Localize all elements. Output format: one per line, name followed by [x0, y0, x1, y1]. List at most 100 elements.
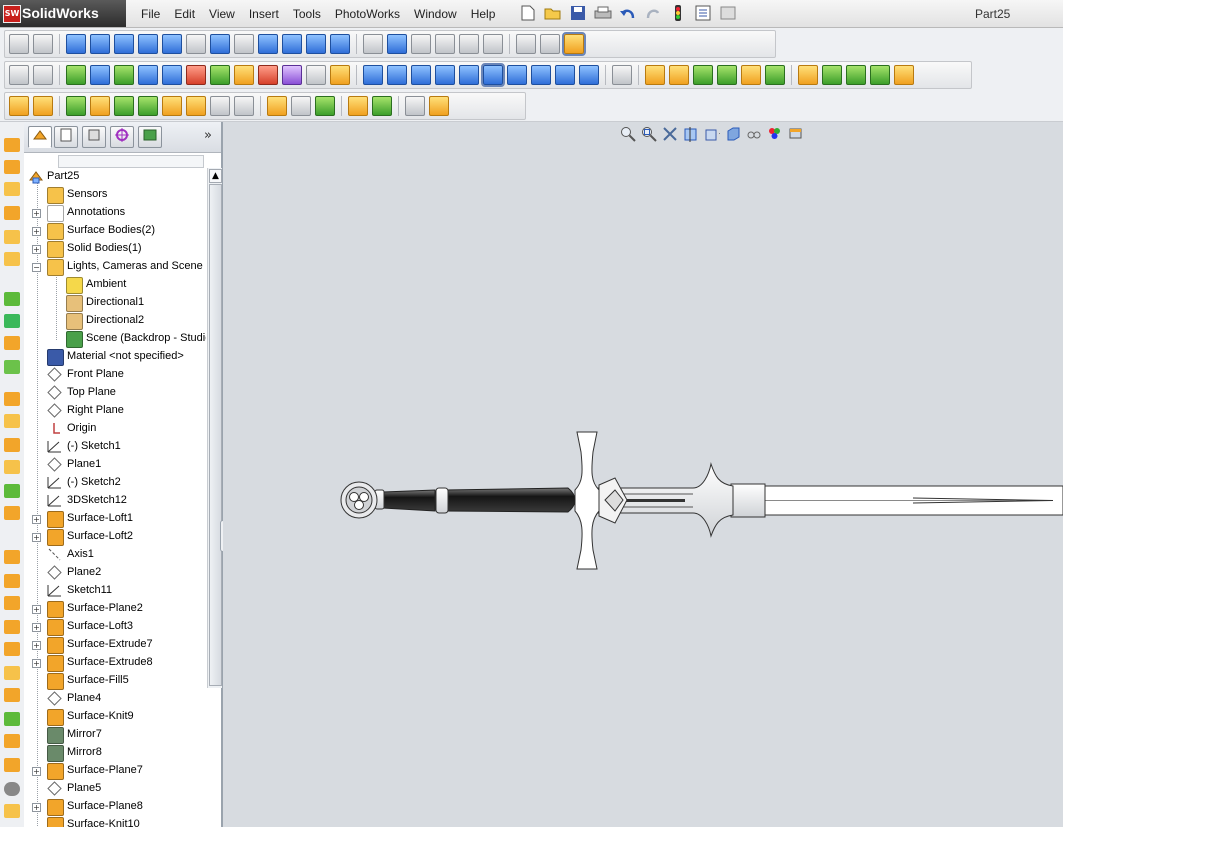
tree-item[interactable]: Plane5 — [24, 780, 206, 798]
appearance-icon[interactable] — [186, 65, 206, 85]
rectangle-icon[interactable] — [90, 34, 110, 54]
sword-blade[interactable] — [730, 483, 1063, 518]
view-bottom-icon[interactable] — [507, 65, 527, 85]
move-face-icon[interactable] — [4, 574, 20, 588]
render-icon[interactable] — [90, 65, 110, 85]
tree-item[interactable]: Sensors — [24, 186, 206, 204]
expand-icon[interactable]: + — [32, 767, 41, 776]
tree-item[interactable]: Directional2 — [24, 312, 206, 330]
line-icon[interactable] — [66, 34, 86, 54]
tree-item[interactable]: Plane2 — [24, 564, 206, 582]
shaded-icon[interactable] — [66, 65, 86, 85]
tree-item[interactable]: Surface-Fill5 — [24, 672, 206, 690]
tree-filter-field[interactable] — [58, 155, 204, 168]
isometric-icon[interactable] — [531, 65, 551, 85]
surface-flatten-icon[interactable] — [4, 666, 20, 680]
tree-item[interactable]: + Surface-Extrude7 — [24, 636, 206, 654]
extruded-surface-icon[interactable] — [669, 65, 689, 85]
scrollbar-thumb[interactable] — [209, 184, 222, 686]
reference-plane-icon[interactable] — [798, 65, 818, 85]
revolved-surface-icon[interactable] — [693, 65, 713, 85]
normal-to-icon[interactable] — [363, 65, 383, 85]
options-icon[interactable] — [693, 4, 712, 22]
tree-scrollbar[interactable]: ▲ — [207, 168, 222, 688]
offset-surface-icon[interactable] — [4, 336, 20, 350]
swept-surface-icon[interactable] — [4, 206, 20, 220]
expand-icon[interactable]: + — [32, 803, 41, 812]
dim-xpert-tab[interactable] — [110, 126, 134, 148]
view-left-icon[interactable] — [435, 65, 455, 85]
tree-item[interactable]: + Solid Bodies(1) — [24, 240, 206, 258]
menu-edit[interactable]: Edit — [167, 7, 202, 21]
menu-help[interactable]: Help — [464, 7, 503, 21]
boundary-surface-icon[interactable] — [765, 65, 785, 85]
property-manager-tab[interactable] — [54, 126, 78, 148]
tree-item[interactable]: Top Plane — [24, 384, 206, 402]
extruded-boss-icon[interactable] — [9, 96, 29, 116]
tree-item[interactable]: + Surface-Extrude8 — [24, 654, 206, 672]
circle-icon[interactable] — [114, 34, 134, 54]
offset-entities-icon[interactable] — [411, 34, 431, 54]
tree-item[interactable]: Axis1 — [24, 546, 206, 564]
preview-icon[interactable] — [138, 65, 158, 85]
tree-item[interactable]: Surface-Knit9 — [24, 708, 206, 726]
polygon-icon[interactable] — [258, 34, 278, 54]
expand-icon[interactable]: + — [32, 623, 41, 632]
tree-item[interactable]: Plane4 — [24, 690, 206, 708]
measure-icon[interactable] — [612, 65, 632, 85]
tree-item[interactable]: − Lights, Cameras and Scene — [24, 258, 206, 276]
convert-entities-icon[interactable] — [387, 34, 407, 54]
save-icon[interactable] — [568, 4, 587, 22]
menu-insert[interactable]: Insert — [242, 7, 286, 21]
undo-icon[interactable] — [618, 4, 637, 22]
revolved-surface-icon[interactable] — [4, 182, 20, 196]
expand-icon[interactable]: + — [32, 659, 41, 668]
options-render-icon[interactable] — [162, 65, 182, 85]
mate-reference-icon[interactable] — [894, 65, 914, 85]
trimetric-icon[interactable] — [555, 65, 575, 85]
sketch-icon[interactable] — [9, 34, 29, 54]
planar-surface-icon[interactable] — [4, 138, 20, 152]
delete-face-icon[interactable] — [4, 506, 20, 520]
tree-item[interactable]: + Surface-Plane7 — [24, 762, 206, 780]
draft-icon[interactable] — [267, 96, 287, 116]
lofted-surface-icon[interactable] — [741, 65, 761, 85]
tree-item[interactable]: (-) Sketch2 — [24, 474, 206, 492]
rapid-feature-icon[interactable] — [429, 96, 449, 116]
tree-item[interactable]: Scene (Backdrop - Studio — [24, 330, 206, 348]
copy-icon[interactable] — [282, 65, 302, 85]
trim-icon[interactable] — [435, 34, 455, 54]
tree-item[interactable]: 3DSketch12 — [24, 492, 206, 510]
view-front-icon[interactable] — [387, 65, 407, 85]
delete-body-icon[interactable] — [4, 782, 20, 796]
expand-icon[interactable]: + — [32, 641, 41, 650]
redo-icon[interactable] — [643, 4, 662, 22]
layout-icon[interactable] — [33, 65, 53, 85]
reference-point-icon[interactable] — [870, 65, 890, 85]
cut-icon[interactable] — [258, 65, 278, 85]
view-top-icon[interactable] — [481, 63, 505, 87]
fillet-icon[interactable] — [162, 96, 182, 116]
tree-item[interactable]: + Surface-Plane8 — [24, 798, 206, 816]
photoworks-icon[interactable] — [114, 65, 134, 85]
graphics-area[interactable] — [223, 122, 1063, 827]
sword-model[interactable] — [223, 122, 1063, 827]
tree-item[interactable]: + Surface-Loft2 — [24, 528, 206, 546]
dimetric-icon[interactable] — [579, 65, 599, 85]
revolved-cut-icon[interactable] — [138, 96, 158, 116]
tree-item[interactable]: Material <not specified> — [24, 348, 206, 366]
revolved-boss-icon[interactable] — [33, 96, 53, 116]
tree-item[interactable]: + Surface-Plane2 — [24, 600, 206, 618]
lofted-boss-icon[interactable] — [90, 96, 110, 116]
linear-pattern-icon[interactable] — [459, 34, 479, 54]
cut-with-surface-icon[interactable] — [4, 314, 20, 328]
app-logo[interactable]: SW SolidWorks — [0, 0, 126, 27]
properties-icon[interactable] — [330, 65, 350, 85]
tree-root[interactable]: Part25 — [24, 168, 206, 186]
smart-dimension-icon[interactable] — [33, 34, 53, 54]
coordinate-system-icon[interactable] — [846, 65, 866, 85]
ellipse-icon[interactable] — [210, 34, 230, 54]
expand-icon[interactable]: + — [32, 245, 41, 254]
extruded-surface-icon[interactable] — [4, 160, 20, 174]
move-copy-body-icon[interactable] — [4, 712, 20, 726]
